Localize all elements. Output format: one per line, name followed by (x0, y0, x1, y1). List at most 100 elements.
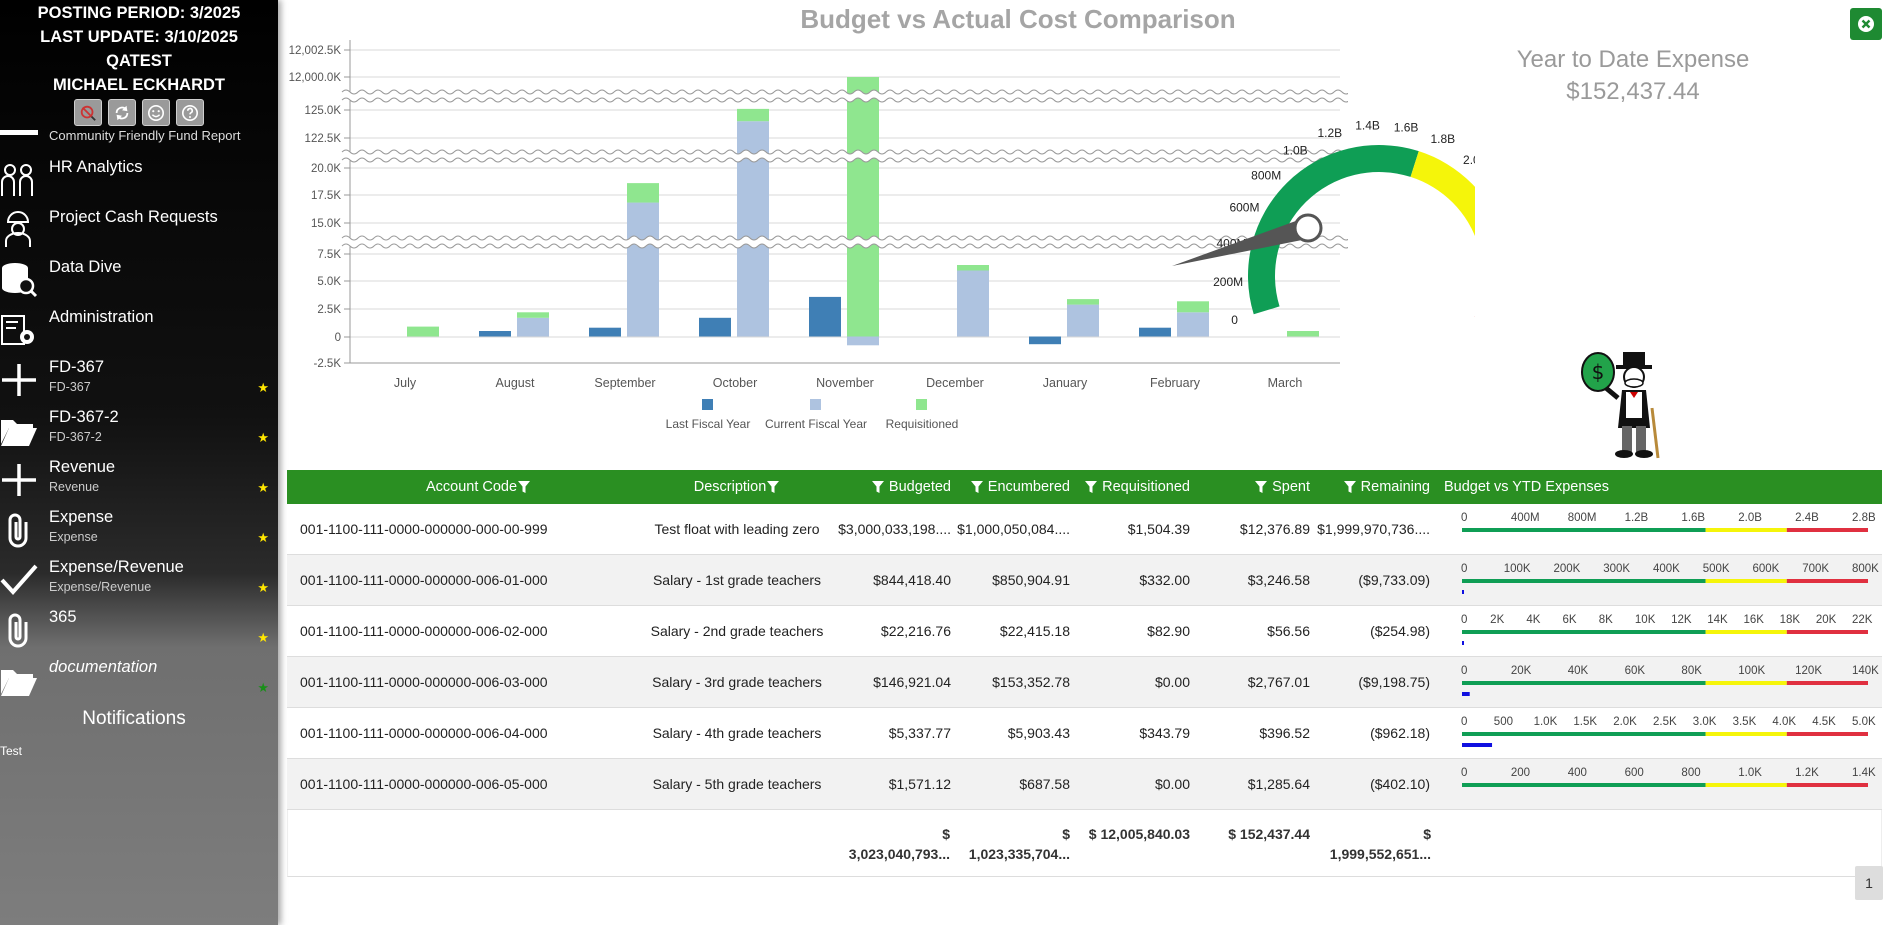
legend-label[interactable]: Current Fiscal Year (765, 417, 867, 431)
col-requisitioned-header[interactable]: Requisitioned (1070, 470, 1190, 504)
legend-swatch[interactable] (702, 399, 713, 410)
x-tick-label: March (1268, 376, 1303, 390)
feedback-button[interactable] (142, 99, 170, 126)
bar-requisitioned[interactable] (737, 108, 769, 122)
table-row[interactable]: 001-1100-111-0000-000000-006-05-000 Salar… (287, 759, 1882, 810)
table-row[interactable]: 001-1100-111-0000-000000-006-04-000 Salar… (287, 708, 1882, 759)
bar-last-fiscal-year[interactable] (479, 331, 511, 337)
scale-label: 200 (1511, 767, 1530, 779)
scale-label: 2.0K (1613, 716, 1637, 728)
legend-swatch[interactable] (916, 399, 927, 410)
folder-open-icon (0, 660, 38, 698)
bar-current-fiscal-year[interactable] (1067, 304, 1099, 337)
col-budget-vs-ytd-header[interactable]: Budget vs YTD Expenses (1444, 470, 1609, 504)
x-tick-label: January (1043, 376, 1088, 390)
bar-requisitioned[interactable] (1067, 299, 1099, 305)
col-remaining-header[interactable]: Remaining (1310, 470, 1430, 504)
sidebar-item-365[interactable]: 365 ★ (0, 606, 278, 654)
bar-requisitioned[interactable] (517, 312, 549, 318)
table-row[interactable]: 001-1100-111-0000-000000-006-03-000 Salar… (287, 657, 1882, 708)
scale-label: 1.2B (1625, 512, 1649, 524)
help-button[interactable] (176, 99, 204, 126)
band-yellow (1705, 681, 1787, 685)
col-encumbered-header[interactable]: Encumbered (950, 470, 1070, 504)
page-1-button[interactable]: 1 (1855, 866, 1883, 900)
favorite-star-icon[interactable]: ★ (257, 430, 269, 446)
sidebar-item-revenue[interactable]: Revenue Revenue ★ (0, 456, 278, 504)
filter-icon[interactable] (970, 480, 984, 494)
bar-requisitioned[interactable] (407, 326, 439, 337)
sidebar-item-expense[interactable]: Expense Expense ★ (0, 506, 278, 554)
sidebar-item-administration[interactable]: Administration (0, 306, 278, 354)
col-spent-header[interactable]: Spent (1190, 470, 1310, 504)
ytd-gauge: 0200M400M600M800M1.0B1.2B1.4B1.6B1.8B2.0… (1172, 118, 1475, 327)
sidebar-item-documentation[interactable]: documentation ★ (0, 656, 278, 704)
people-icon (0, 160, 38, 198)
page-2-button[interactable]: 2 (1884, 866, 1893, 900)
bar-last-fiscal-year[interactable] (809, 296, 841, 337)
bar-current-fiscal-year[interactable] (517, 317, 549, 337)
x-tick-label: September (594, 376, 655, 390)
notification-item[interactable]: Test (0, 744, 22, 758)
favorite-star-icon[interactable]: ★ (257, 380, 269, 396)
y-tick-label: -2.5K (314, 358, 342, 370)
budget-vs-ytd-bar: 0 200 400 600 800 1.0K 1.2K 1.4K (1461, 767, 1876, 787)
worker-icon (0, 210, 38, 248)
bar-current-fiscal-year[interactable] (957, 270, 989, 337)
filter-icon[interactable] (766, 480, 780, 494)
col-budgeted-header[interactable]: Budgeted (831, 470, 951, 504)
sidebar-item-label: FD-367 (49, 358, 105, 376)
gauge-tick-label: 1.4B (1355, 118, 1380, 132)
encumbered-cell: $850,904.91 (992, 572, 1070, 588)
check-icon (0, 560, 38, 598)
table-row[interactable]: 001-1100-111-0000-000000-006-01-000 Salar… (287, 555, 1882, 606)
favorite-star-icon[interactable]: ★ (257, 580, 269, 596)
bar-last-fiscal-year[interactable] (699, 317, 731, 337)
favorite-star-icon[interactable]: ★ (257, 680, 269, 696)
bar-current-fiscal-year[interactable] (847, 336, 879, 346)
sidebar-item-fd-367[interactable]: FD-367 FD-367 ★ (0, 356, 278, 404)
scale-label: 600K (1753, 563, 1780, 575)
close-button[interactable] (1850, 8, 1882, 40)
remaining-cell: ($9,198.75) (1358, 674, 1430, 690)
filter-icon[interactable] (871, 480, 885, 494)
sidebar-item-hr-analytics[interactable]: HR Analytics (0, 156, 278, 204)
bar-last-fiscal-year[interactable] (1029, 336, 1061, 345)
favorite-star-icon[interactable]: ★ (257, 630, 269, 646)
legend-label[interactable]: Requisitioned (886, 417, 959, 431)
sidebar-item-project-cash-requests[interactable]: Project Cash Requests (0, 206, 278, 254)
scale-label: 18K (1780, 614, 1801, 626)
sidebar-item-expense-revenue[interactable]: Expense/Revenue Expense/Revenue ★ (0, 556, 278, 604)
filter-icon[interactable] (1084, 480, 1098, 494)
total-budgeted: $3,023,040,793... (848, 826, 950, 862)
filter-icon[interactable] (1254, 480, 1268, 494)
band-green (1462, 681, 1706, 685)
filter-icon[interactable] (1343, 480, 1357, 494)
database-search-icon (0, 260, 38, 298)
legend-label[interactable]: Last Fiscal Year (666, 417, 751, 431)
table-row[interactable]: 001-1100-111-0000-000000-000-00-999 Test … (287, 504, 1882, 555)
bar-last-fiscal-year[interactable] (589, 327, 621, 337)
sidebar-item-sublabel: Expense/Revenue (49, 580, 152, 594)
table-row[interactable]: 001-1100-111-0000-000000-006-02-000 Salar… (287, 606, 1882, 657)
favorite-star-icon[interactable]: ★ (257, 480, 269, 496)
bar-requisitioned[interactable] (957, 265, 989, 271)
band-green (1462, 630, 1706, 634)
band-yellow (1705, 732, 1787, 736)
filter-icon[interactable] (517, 480, 531, 494)
bar-requisitioned[interactable] (847, 77, 879, 337)
legend-swatch[interactable] (810, 399, 821, 410)
scale-label: 800M (1568, 512, 1597, 524)
sidebar: POSTING PERIOD: 3/2025 LAST UPDATE: 3/10… (0, 0, 278, 925)
scale-label: 600 (1625, 767, 1644, 779)
no-search-button[interactable] (74, 99, 102, 126)
sidebar-item-data-dive[interactable]: Data Dive (0, 256, 278, 304)
refresh-button[interactable] (108, 99, 136, 126)
total-remaining: $1,999,552,651... (1329, 826, 1431, 862)
bar-requisitioned[interactable] (627, 183, 659, 203)
bar-current-fiscal-year[interactable] (627, 202, 659, 337)
sidebar-item-fd-367-2[interactable]: FD-367-2 FD-367-2 ★ (0, 406, 278, 454)
favorite-star-icon[interactable]: ★ (257, 530, 269, 546)
folder-open-icon (0, 410, 38, 448)
band-yellow (1705, 579, 1787, 583)
